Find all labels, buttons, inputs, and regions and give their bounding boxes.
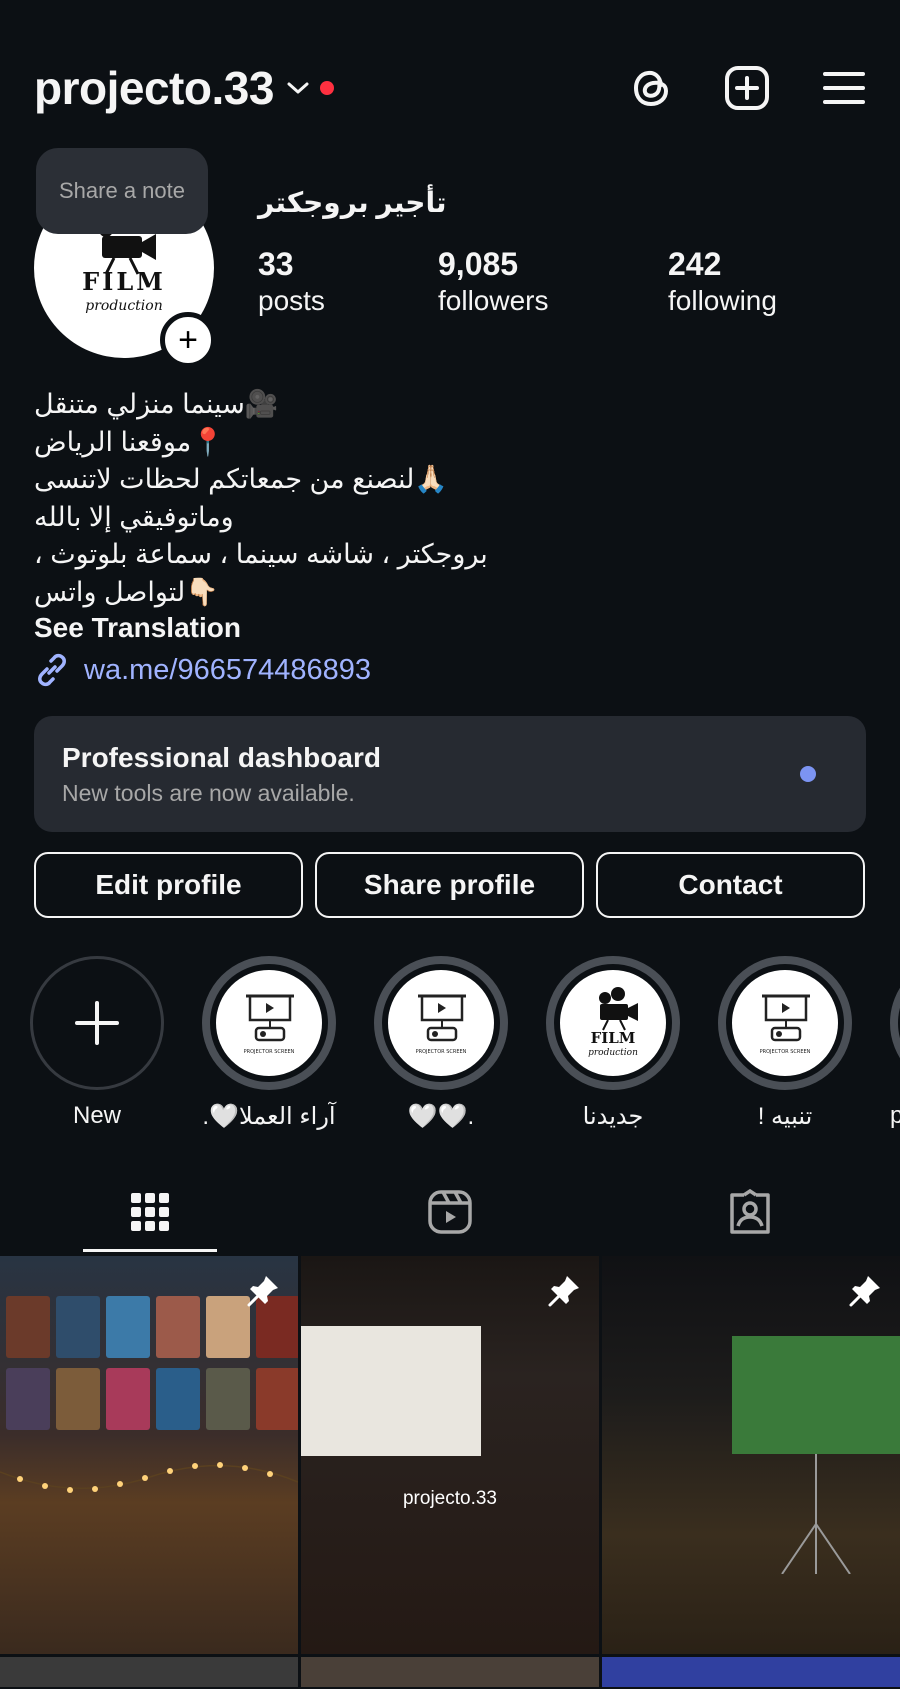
stat-followers[interactable]: 9,085 followers [438, 246, 668, 317]
highlight-caption: PROJECTOR SCREEN [244, 1049, 295, 1055]
projector-screen-icon: PROJECTOR SCREEN [244, 994, 295, 1055]
logo-text: FILM [82, 267, 166, 296]
post-thumbnail[interactable] [301, 1657, 599, 1687]
bio-line: 🙏🏻لنصنع من جمعاتكم لحظات لاتنسى [34, 464, 448, 494]
tab-tagged[interactable] [600, 1172, 900, 1252]
link-icon [38, 653, 66, 687]
profile-bio: 🎥سينما منزلي متنقل 📍موقعنا الرياض 🙏🏻لنصن… [34, 386, 594, 611]
tripod-stand [781, 1454, 851, 1574]
post-thumbnail[interactable] [0, 1657, 298, 1687]
post-thumbnail[interactable] [602, 1256, 900, 1654]
grid-icon [131, 1193, 169, 1231]
add-story-button[interactable]: + [160, 312, 216, 368]
highlight-caption: PROJECTOR SCREEN [416, 1049, 467, 1055]
stat-following[interactable]: 242 following [668, 246, 777, 317]
bio-line: بروجكتر ، شاشه سينما ، سماعة بلوتوث ، [34, 539, 488, 569]
highlight-label: جديدنا [582, 1103, 644, 1130]
profile-tabs [0, 1172, 900, 1252]
highlight-label: آراء العملا🤍. [202, 1103, 336, 1130]
bio-line: 👇🏻لتواصل واتس [34, 576, 219, 607]
highlight-item[interactable]: PROJECTOR SCREEN تنبيه ! [718, 956, 852, 1131]
top-bar: projecto.33 [34, 52, 866, 124]
post-thumbnail[interactable] [602, 1657, 900, 1687]
plus-icon [75, 1001, 119, 1045]
string-lights [0, 1462, 298, 1493]
highlight-item[interactable]: FILM production جديدنا [546, 956, 680, 1131]
menu-icon[interactable] [822, 69, 866, 107]
share-note-label: Share a note [59, 178, 185, 203]
bio-link-text: wa.me/966574486893 [84, 653, 372, 686]
highlight-label: 🤍🤍. [407, 1103, 475, 1130]
highlight-label: New [72, 1102, 121, 1129]
stat-label: following [668, 285, 777, 316]
projector-screen-icon: PROJECTOR SCREEN [416, 994, 467, 1055]
bio-link[interactable]: wa.me/966574486893 [34, 652, 371, 688]
logo-subtext: production [85, 298, 162, 314]
stat-value: 242 [668, 246, 722, 282]
highlight-label: p [890, 1102, 900, 1129]
highlight-item[interactable]: PROJECTOR SCREEN 🤍🤍. [374, 956, 508, 1131]
highlight-item[interactable]: p [890, 956, 900, 1130]
contact-button[interactable]: Contact [596, 852, 865, 918]
profile-full-name: تأجير بروجكتر [258, 187, 447, 218]
bio-line: وماتوفيقي إلا بالله [34, 501, 234, 532]
dashboard-new-dot [800, 766, 816, 782]
highlight-new[interactable]: New [30, 956, 164, 1130]
profile-stats: 33 posts 9,085 followers 242 following [258, 246, 777, 317]
post-thumbnail[interactable]: projecto.33 [301, 1256, 599, 1654]
bio-line: 📍موقعنا الرياض [34, 426, 225, 457]
stat-label: followers [438, 285, 549, 316]
profile-actions: Edit profile Share profile Contact [34, 852, 865, 918]
post-caption: projecto.33 [402, 1488, 497, 1509]
logo-text: FILM [591, 1029, 636, 1047]
pin-icon [548, 1276, 579, 1307]
notification-dot [319, 81, 334, 95]
tab-grid[interactable] [0, 1172, 300, 1252]
stat-value: 9,085 [438, 246, 519, 282]
projector-screen [301, 1326, 481, 1456]
share-note-bubble[interactable]: Share a note [36, 148, 208, 234]
share-profile-button[interactable]: Share profile [315, 852, 584, 918]
bio-line: 🎥سينما منزلي متنقل [34, 389, 279, 419]
highlight-item[interactable]: PROJECTOR SCREEN آراء العملا🤍. [202, 956, 336, 1131]
create-post-icon[interactable] [724, 65, 770, 111]
dashboard-title: Professional dashboard [62, 742, 381, 773]
tab-reels[interactable] [300, 1172, 600, 1252]
edit-profile-button[interactable]: Edit profile [34, 852, 303, 918]
pin-icon [247, 1276, 278, 1307]
logo-subtext: production [588, 1048, 638, 1058]
story-highlights: New PROJECTOR SCREEN آراء العملا🤍. PROJE… [30, 956, 900, 1132]
highlight-caption: PROJECTOR SCREEN [760, 1049, 811, 1055]
username[interactable]: projecto.33 [34, 61, 274, 115]
stat-value: 33 [258, 246, 294, 282]
professional-dashboard-card[interactable]: Professional dashboard New tools are now… [34, 716, 866, 832]
chevron-down-icon[interactable] [286, 75, 312, 101]
stat-label: posts [258, 285, 325, 316]
film-camera-icon: FILM production [588, 987, 638, 1058]
tagged-icon [730, 1189, 770, 1234]
stat-posts[interactable]: 33 posts [258, 246, 438, 317]
projector-screen [732, 1336, 900, 1454]
post-thumbnail[interactable] [0, 1256, 298, 1654]
poster-wall [6, 1368, 298, 1430]
posts-grid: projecto.33 [0, 1256, 900, 1687]
highlight-label: تنبيه ! [757, 1103, 813, 1130]
threads-icon[interactable] [630, 65, 672, 111]
dashboard-subtitle: New tools are now available. [62, 780, 355, 806]
pin-icon [849, 1276, 880, 1307]
projector-screen-icon: PROJECTOR SCREEN [760, 994, 811, 1055]
see-translation-link[interactable]: See Translation [34, 612, 241, 644]
reels-icon [428, 1190, 472, 1234]
